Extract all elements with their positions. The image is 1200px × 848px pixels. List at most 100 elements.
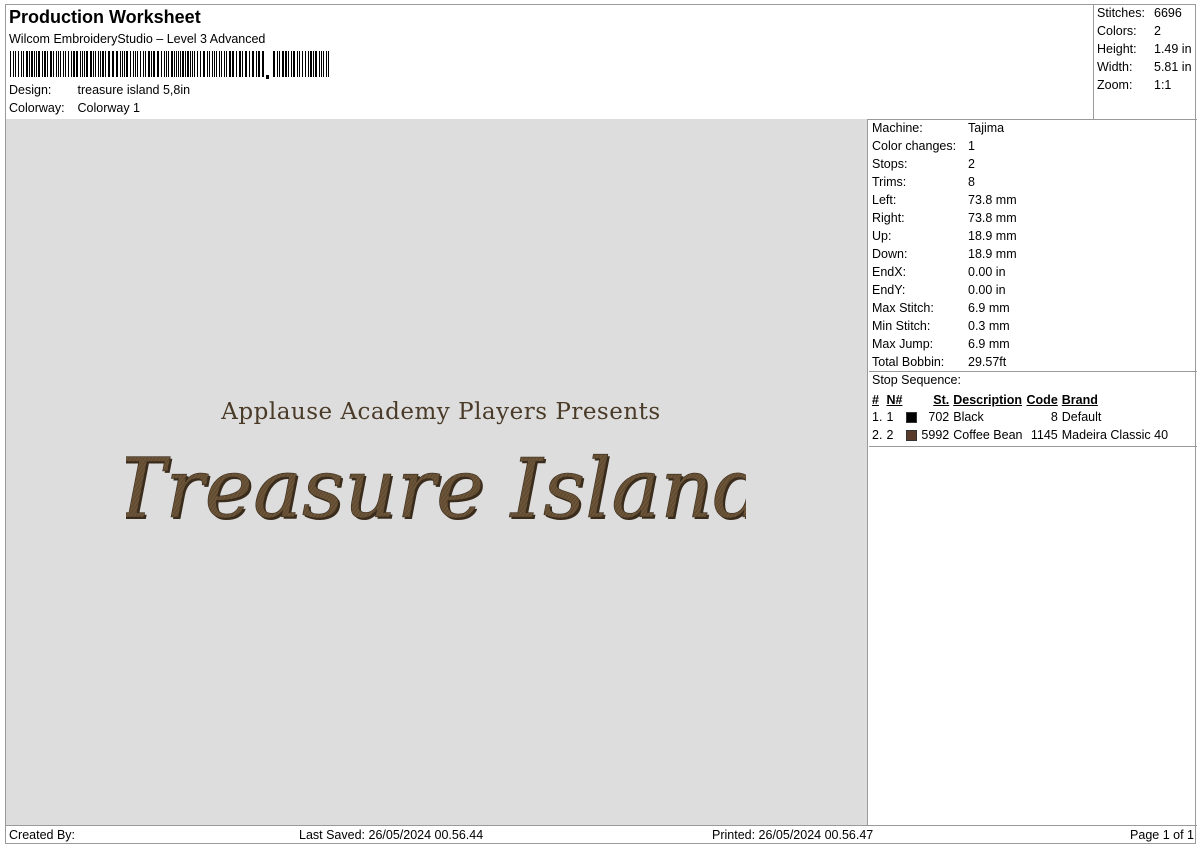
embroidery-design: Applause Academy Players Presents Treasu… <box>126 399 746 539</box>
info-row: Stops: 2 <box>872 157 975 171</box>
row-stitches: 5992 <box>921 428 950 442</box>
info-row: Machine: Tajima <box>872 121 1004 135</box>
barcode-bar <box>262 51 264 77</box>
info-label: Down: <box>872 247 908 261</box>
barcode-bar <box>174 51 175 77</box>
barcode-bar <box>71 51 72 77</box>
row-brand: Default <box>1061 410 1102 424</box>
info-value: 18.9 mm <box>968 229 1017 243</box>
barcode-bar <box>313 51 314 77</box>
col-code: Code <box>1026 392 1058 407</box>
design-title-text: Treasure Island <box>126 442 746 537</box>
info-row: Color changes: 1 <box>872 139 975 153</box>
barcode-bar <box>34 51 35 77</box>
barcode-bar <box>285 51 287 77</box>
design-label: Design: <box>9 83 52 97</box>
info-row: Min Stitch: 0.3 mm <box>872 319 1010 333</box>
design-preview: Applause Academy Players Presents Treasu… <box>6 119 868 825</box>
summary-label: Height: <box>1097 42 1137 56</box>
col-description: Description <box>953 392 1022 407</box>
table-header-row: # N# St. Description Code Brand <box>871 391 1171 408</box>
barcode-bar <box>18 51 19 77</box>
barcode-bar <box>108 51 110 77</box>
col-n: N# <box>886 392 903 407</box>
barcode-bar <box>120 51 121 77</box>
colorway-value: Colorway 1 <box>77 101 141 115</box>
info-label: Max Jump: <box>872 337 934 351</box>
info-value: 0.00 in <box>968 265 1006 279</box>
info-divider <box>869 371 1197 372</box>
barcode-bar <box>282 51 284 77</box>
summary-label: Colors: <box>1097 24 1137 38</box>
barcode-bar <box>102 51 104 77</box>
design-row: Design: treasure island 5,8in <box>9 83 190 97</box>
barcode-bar <box>171 51 173 77</box>
info-row: EndX: 0.00 in <box>872 265 1006 279</box>
barcode-bar <box>190 51 191 77</box>
barcode-bar <box>31 51 33 77</box>
barcode-bar <box>133 51 134 77</box>
barcode-mark <box>266 75 269 79</box>
barcode-bar <box>143 51 144 77</box>
last-saved: Last Saved: 26/05/2024 00.56.44 <box>299 828 484 842</box>
info-value: 1 <box>968 139 975 153</box>
info-label: Max Stitch: <box>872 301 934 315</box>
info-value: 18.9 mm <box>968 247 1017 261</box>
barcode-bar <box>252 51 254 77</box>
summary-height: Height: 1.49 in <box>1097 42 1192 56</box>
barcode-bar <box>229 51 231 77</box>
barcode-bar <box>126 51 128 77</box>
barcode-bar <box>84 51 85 77</box>
summary-value: 5.81 in <box>1154 60 1192 74</box>
barcode-bar <box>308 51 309 77</box>
barcode-bar <box>21 51 22 77</box>
col-brand: Brand <box>1061 392 1098 407</box>
row-code: 1145 <box>1030 428 1058 442</box>
info-label: Color changes: <box>872 139 957 153</box>
barcode-bar <box>76 51 78 77</box>
barcode-bar <box>26 51 28 77</box>
barcode-bar <box>297 51 298 77</box>
info-value: 8 <box>968 175 975 189</box>
barcode-bar <box>137 51 138 77</box>
info-row: Max Stitch: 6.9 mm <box>872 301 1010 315</box>
barcode-bar <box>130 51 131 77</box>
barcode-bar <box>90 51 92 77</box>
barcode-bar <box>273 51 275 77</box>
barcode-bar <box>216 51 217 77</box>
info-value: 73.8 mm <box>968 211 1017 225</box>
barcode-bar <box>326 51 327 77</box>
barcode-bar <box>200 51 201 77</box>
info-row: Left: 73.8 mm <box>872 193 1017 207</box>
summary-stitches: Stitches: 6696 <box>1097 6 1182 20</box>
barcode-bar <box>122 51 123 77</box>
info-label: EndX: <box>872 265 907 279</box>
info-label: Machine: <box>872 121 923 135</box>
barcode-bar <box>182 51 184 77</box>
barcode-bar <box>321 51 322 77</box>
barcode-bar <box>42 51 43 77</box>
row-description: Black <box>953 410 984 424</box>
table-row: 1. 1 702 Black 8 Default <box>871 408 1171 426</box>
barcode-bar <box>176 51 177 77</box>
table-divider <box>869 446 1197 447</box>
col-num: # <box>872 392 879 407</box>
row-swatch-cell <box>905 408 920 426</box>
design-subtitle-text: Applause Academy Players Presents <box>220 399 660 425</box>
barcode-bar <box>95 51 96 77</box>
barcode-bar <box>153 51 155 77</box>
barcode-bar <box>36 51 37 77</box>
barcode-bar <box>60 51 61 77</box>
page-title: Production Worksheet <box>9 7 201 27</box>
info-value: 0.00 in <box>968 283 1006 297</box>
barcode-bar <box>63 51 64 77</box>
barcode-bar <box>293 51 295 77</box>
barcode-bar <box>212 51 213 77</box>
summary-value: 6696 <box>1154 6 1182 20</box>
worksheet-frame: Production Worksheet Wilcom EmbroiderySt… <box>5 4 1197 844</box>
barcode-bar <box>13 51 14 77</box>
barcode-bar <box>116 51 118 77</box>
info-label: Up: <box>872 229 892 243</box>
barcode-bar <box>15 51 16 77</box>
barcode-bar <box>328 51 329 77</box>
